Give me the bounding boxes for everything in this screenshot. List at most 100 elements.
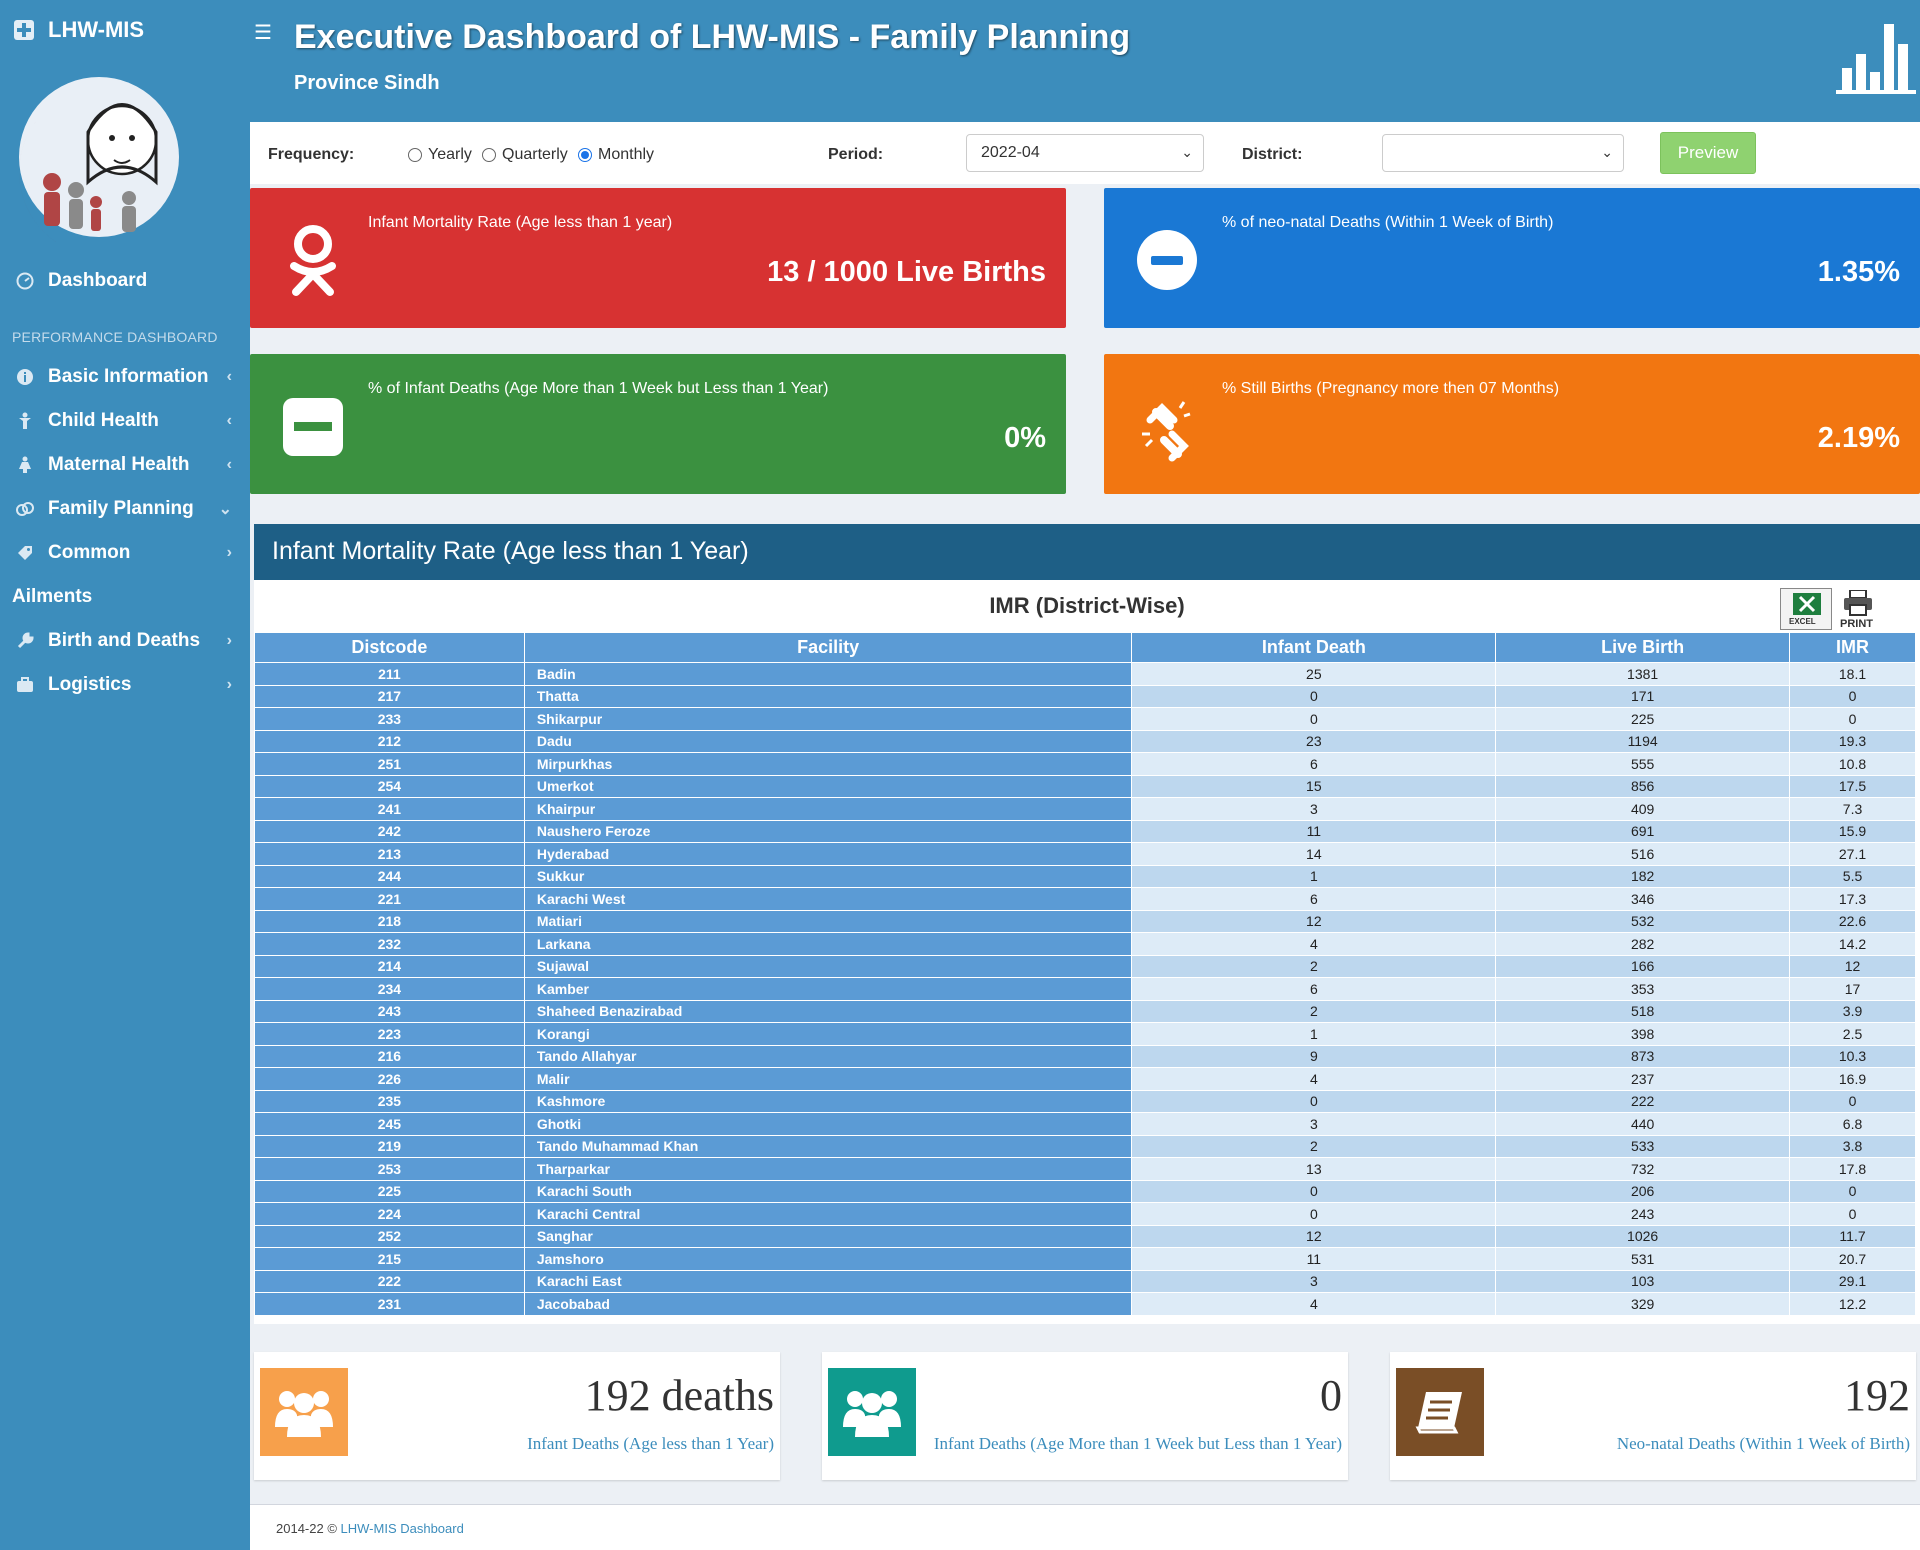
table-cell: Kamber bbox=[523, 977, 1133, 1001]
table-cell: 5.5 bbox=[1789, 864, 1916, 888]
table-cell: 254 bbox=[254, 774, 525, 798]
infobox-label: Infant Mortality Rate (Age less than 1 y… bbox=[368, 214, 673, 231]
table-cell: 234 bbox=[254, 977, 525, 1001]
stat-label: Infant Deaths (Age less than 1 Year) bbox=[527, 1434, 774, 1453]
book-icon bbox=[1396, 1368, 1484, 1456]
infobox-value: 13 / 1000 Live Births bbox=[767, 256, 1046, 288]
table-cell: 353 bbox=[1495, 977, 1791, 1001]
column-header[interactable]: Distcode bbox=[254, 632, 525, 663]
table-cell: Umerkot bbox=[523, 774, 1133, 798]
table-row: 234 Kamber 6 353 17 bbox=[254, 977, 1916, 1001]
sidebar-item-dashboard[interactable]: Dashboard bbox=[0, 259, 250, 303]
table-cell: 244 bbox=[254, 864, 525, 888]
table-cell: 224 bbox=[254, 1202, 525, 1226]
brand[interactable]: LHW-MIS bbox=[0, 0, 250, 60]
bar-chart-icon bbox=[1836, 24, 1916, 94]
excel-icon bbox=[1793, 593, 1821, 615]
menu-toggle-icon[interactable]: ☰ bbox=[254, 20, 272, 45]
table-cell: Sujawal bbox=[523, 954, 1133, 978]
table-cell: Matiari bbox=[523, 909, 1133, 933]
table-cell: 3 bbox=[1131, 1269, 1497, 1293]
frequency-label: Frequency: bbox=[268, 146, 355, 163]
table-row: 253 Tharparkar 13 732 17.8 bbox=[254, 1157, 1916, 1181]
table-cell: 13 bbox=[1131, 1157, 1497, 1181]
table-cell: 6.8 bbox=[1789, 1112, 1916, 1136]
table-cell: 329 bbox=[1495, 1292, 1791, 1316]
table-cell: Hyderabad bbox=[523, 842, 1133, 866]
table-cell: Thatta bbox=[523, 684, 1133, 708]
column-header[interactable]: Live Birth bbox=[1495, 632, 1791, 663]
table-cell: Korangi bbox=[523, 1022, 1133, 1046]
period-select[interactable]: 2022-04 ⌄ bbox=[966, 134, 1204, 172]
sidebar-item-child-health[interactable]: Child Health ‹ bbox=[0, 399, 250, 443]
broken-link-icon bbox=[1142, 401, 1191, 462]
table-cell: 1194 bbox=[1495, 729, 1791, 753]
stat-label: Neo-natal Deaths (Within 1 Week of Birth… bbox=[1616, 1434, 1910, 1453]
excel-label: EXCEL bbox=[1789, 617, 1816, 626]
table-cell: 0 bbox=[1789, 1089, 1916, 1113]
table-caption: IMR (District-Wise) EXCEL PRINT bbox=[254, 580, 1920, 632]
print-label: PRINT bbox=[1840, 618, 1873, 630]
infobox-infant-deaths: % of Infant Deaths (Age More than 1 Week… bbox=[250, 354, 1066, 494]
column-header[interactable]: IMR bbox=[1789, 632, 1916, 663]
radio-button[interactable] bbox=[482, 148, 496, 162]
table-cell: 6 bbox=[1131, 887, 1497, 911]
table-row: 215 Jamshoro 11 531 20.7 bbox=[254, 1247, 1916, 1271]
radio-monthly[interactable]: Monthly bbox=[578, 146, 654, 164]
table-cell: 11 bbox=[1131, 1247, 1497, 1271]
table-cell: 235 bbox=[254, 1089, 525, 1113]
column-header[interactable]: Facility bbox=[523, 632, 1133, 663]
chevron-down-icon: ⌄ bbox=[1601, 144, 1613, 160]
sidebar-item-logistics[interactable]: Logistics › bbox=[0, 663, 250, 707]
table-cell: 222 bbox=[1495, 1089, 1791, 1113]
table-cell: Sukkur bbox=[523, 864, 1133, 888]
column-header[interactable]: Infant Death bbox=[1131, 632, 1497, 663]
table-cell: 4 bbox=[1131, 932, 1497, 956]
sidebar-item-basic-information[interactable]: Basic Information ‹ bbox=[0, 355, 250, 399]
table-row: 233 Shikarpur 0 225 0 bbox=[254, 707, 1916, 731]
table-cell: 242 bbox=[254, 819, 525, 843]
table-cell: 214 bbox=[254, 954, 525, 978]
table-cell: 531 bbox=[1495, 1247, 1791, 1271]
infobox-still-births: % Still Births (Pregnancy more then 07 M… bbox=[1104, 354, 1920, 494]
table-cell: 12.2 bbox=[1789, 1292, 1916, 1316]
preview-button[interactable]: Preview bbox=[1660, 132, 1756, 174]
chevron-down-icon: ⌄ bbox=[218, 501, 232, 518]
radio-quarterly[interactable]: Quarterly bbox=[482, 146, 568, 164]
table-cell: 346 bbox=[1495, 887, 1791, 911]
page-title: Executive Dashboard of LHW-MIS - Family … bbox=[294, 18, 1131, 56]
lhw-logo bbox=[19, 77, 179, 257]
sidebar-item-family-planning[interactable]: Family Planning ⌄ bbox=[0, 487, 250, 531]
stat-value: 192 deaths bbox=[584, 1371, 774, 1420]
table-cell: 0 bbox=[1789, 1202, 1916, 1226]
table-cell: Dadu bbox=[523, 729, 1133, 753]
table-cell: 0 bbox=[1789, 1179, 1916, 1203]
radio-button[interactable] bbox=[578, 148, 592, 162]
table-cell: 17.8 bbox=[1789, 1157, 1916, 1181]
sidebar-item-birth-and-deaths[interactable]: Birth and Deaths › bbox=[0, 619, 250, 663]
table-cell: 2.5 bbox=[1789, 1022, 1916, 1046]
table-row: 244 Sukkur 1 182 5.5 bbox=[254, 864, 1916, 888]
sidebar-item-common[interactable]: Common › bbox=[0, 531, 250, 575]
print-button[interactable]: PRINT bbox=[1836, 588, 1880, 630]
table-cell: Sanghar bbox=[523, 1224, 1133, 1248]
radio-button[interactable] bbox=[408, 148, 422, 162]
table-row: 242 Naushero Feroze 11 691 15.9 bbox=[254, 819, 1916, 843]
table-cell: 282 bbox=[1495, 932, 1791, 956]
table-cell: Ghotki bbox=[523, 1112, 1133, 1136]
period-label: Period: bbox=[828, 146, 884, 163]
sidebar-item-maternal-health[interactable]: Maternal Health ‹ bbox=[0, 443, 250, 487]
district-select[interactable]: ⌄ bbox=[1382, 134, 1624, 172]
table-cell: 409 bbox=[1495, 797, 1791, 821]
footer-link[interactable]: LHW-MIS Dashboard bbox=[341, 1521, 464, 1536]
radio-yearly[interactable]: Yearly bbox=[408, 146, 472, 164]
table-cell: 3 bbox=[1131, 797, 1497, 821]
table-cell: 217 bbox=[254, 684, 525, 708]
table-row: 252 Sanghar 12 1026 11.7 bbox=[254, 1224, 1916, 1248]
table-cell: 219 bbox=[254, 1134, 525, 1158]
table-cell: 440 bbox=[1495, 1112, 1791, 1136]
page-header: ☰ Executive Dashboard of LHW-MIS - Famil… bbox=[250, 0, 1920, 122]
sidebar-item-ailments[interactable]: Ailments bbox=[0, 575, 250, 619]
table-row: 217 Thatta 0 171 0 bbox=[254, 684, 1916, 708]
excel-export-button[interactable]: EXCEL bbox=[1780, 588, 1832, 630]
